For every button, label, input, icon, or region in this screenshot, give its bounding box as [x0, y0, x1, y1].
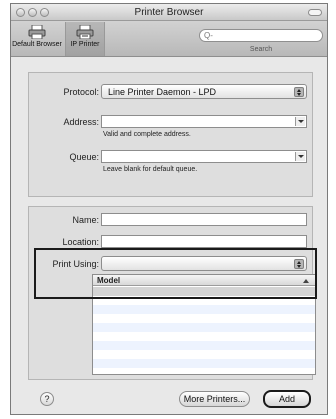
search-input[interactable]: Q- — [199, 29, 323, 42]
model-row-empty — [93, 332, 315, 341]
model-row-empty — [93, 314, 315, 323]
protocol-popup[interactable]: Line Printer Daemon - LPD — [101, 84, 307, 99]
window-title: Printer Browser — [134, 7, 204, 18]
protocol-value: Line Printer Daemon - LPD — [108, 87, 217, 97]
printer-browser-window: Printer Browser Default Browser IP Print… — [10, 3, 328, 415]
toolbar-default-browser[interactable]: Default Browser — [11, 22, 63, 56]
queue-label: Queue: — [69, 152, 99, 162]
name-label: Name: — [72, 215, 99, 225]
address-history-button[interactable] — [295, 117, 305, 126]
toolbar: Default Browser IP Printer Q- Search — [11, 21, 327, 57]
address-field[interactable] — [101, 115, 307, 128]
address-hint: Valid and complete address. — [103, 131, 191, 138]
queue-history-button[interactable] — [295, 152, 305, 161]
queue-field[interactable] — [101, 150, 307, 163]
ip-settings-box: Protocol: Line Printer Daemon - LPD Addr… — [28, 72, 313, 197]
model-row-empty — [93, 323, 315, 332]
print-using-highlight-frame — [34, 248, 317, 299]
model-row-empty — [93, 359, 315, 368]
help-button[interactable]: ? — [40, 392, 54, 406]
toolbar-toggle-button[interactable] — [308, 9, 322, 16]
location-label: Location: — [62, 237, 99, 247]
location-field[interactable] — [101, 235, 307, 248]
queue-hint: Leave blank for default queue. — [103, 166, 198, 173]
model-row-empty — [93, 350, 315, 359]
toolbar-ip-printer[interactable]: IP Printer — [65, 22, 105, 56]
model-row-empty — [93, 341, 315, 350]
search-placeholder: Q- — [204, 31, 213, 40]
toolbar-default-browser-label: Default Browser — [12, 41, 62, 48]
popup-arrows-icon — [294, 87, 304, 97]
search-label: Search — [249, 46, 273, 53]
model-row-empty — [93, 305, 315, 314]
more-printers-button[interactable]: More Printers... — [179, 391, 250, 407]
printer-icon — [28, 25, 46, 39]
name-field[interactable] — [101, 213, 307, 226]
toolbar-ip-printer-label: IP Printer — [70, 41, 100, 48]
title-bar: Printer Browser — [11, 4, 327, 21]
add-button[interactable]: Add — [263, 390, 311, 408]
ip-printer-icon — [76, 25, 94, 39]
address-label: Address: — [63, 117, 99, 127]
protocol-label: Protocol: — [63, 87, 99, 97]
